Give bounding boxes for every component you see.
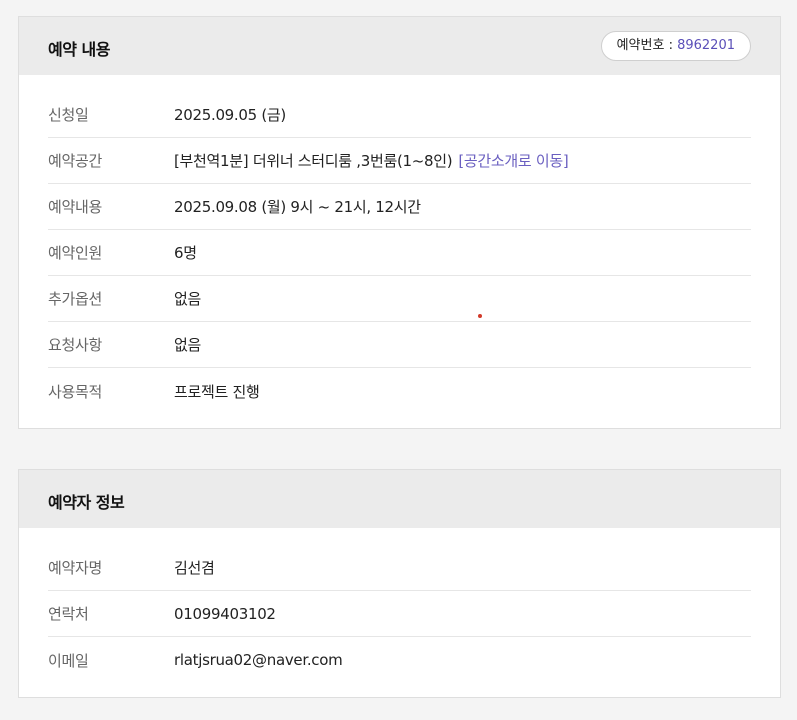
row-value: [부천역1분] 더위너 스터디룸 ,3번룸(1~8인) [공간소개로 이동] <box>174 150 569 171</box>
row-value: rlatjsrua02@naver.com <box>174 651 343 669</box>
row-value: 6명 <box>174 244 197 262</box>
row-value: 프로젝트 진행 <box>174 382 260 401</box>
reservation-number-value: 8962201 <box>677 38 735 53</box>
booker-info-card: 예약자 정보 예약자명 김선겸 연락처 01099403102 이메일 rlat… <box>18 469 781 698</box>
row-extra-options: 추가옵션 없음 <box>48 276 751 322</box>
row-booker-name: 예약자명 김선겸 <box>48 545 751 591</box>
row-label: 예약인원 <box>48 244 103 262</box>
row-label: 신청일 <box>48 106 89 124</box>
row-label: 추가옵션 <box>48 290 103 308</box>
row-reserved-space: 예약공간 [부천역1분] 더위너 스터디룸 ,3번룸(1~8인) [공간소개로 이… <box>48 138 751 184</box>
row-label: 사용목적 <box>48 382 103 401</box>
space-name: [부천역1분] 더위너 스터디룸 ,3번룸(1~8인) <box>174 152 453 170</box>
booker-info-title: 예약자 정보 <box>48 493 125 512</box>
reservation-number-badge: 예약번호 : 8962201 <box>600 31 751 61</box>
row-headcount: 예약인원 6명 <box>48 230 751 276</box>
row-label: 예약자명 <box>48 559 103 577</box>
row-phone: 연락처 01099403102 <box>48 591 751 637</box>
space-intro-link[interactable]: [공간소개로 이동] <box>458 152 568 170</box>
booker-info-list: 예약자명 김선겸 연락처 01099403102 이메일 rlatjsrua02… <box>19 528 780 683</box>
row-purpose: 사용목적 프로젝트 진행 <box>48 368 751 414</box>
row-label: 연락처 <box>48 605 89 623</box>
row-label: 이메일 <box>48 651 89 670</box>
row-value: 없음 <box>174 290 202 308</box>
reservation-details-header: 예약 내용 예약번호 : 8962201 <box>19 17 780 75</box>
row-label: 예약공간 <box>48 152 103 170</box>
row-requests: 요청사항 없음 <box>48 322 751 368</box>
row-email: 이메일 rlatjsrua02@naver.com <box>48 637 751 683</box>
row-application-date: 신청일 2025.09.05 (금) <box>48 92 751 138</box>
reservation-details-title: 예약 내용 <box>48 40 110 59</box>
row-value: 김선겸 <box>174 559 215 577</box>
row-value: 없음 <box>174 336 202 354</box>
row-label: 요청사항 <box>48 336 103 354</box>
row-value: 2025.09.05 (금) <box>174 106 286 124</box>
reservation-details-card: 예약 내용 예약번호 : 8962201 신청일 2025.09.05 (금) … <box>18 16 781 429</box>
reservation-details-list: 신청일 2025.09.05 (금) 예약공간 [부천역1분] 더위너 스터디룸… <box>19 75 780 414</box>
reservation-number-label: 예약번호 : <box>616 38 678 53</box>
row-label: 예약내용 <box>48 198 103 216</box>
row-value: 01099403102 <box>174 604 276 623</box>
row-reservation-content: 예약내용 2025.09.08 (월) 9시 ~ 21시, 12시간 <box>48 184 751 230</box>
cursor-dot <box>478 314 482 318</box>
row-value: 2025.09.08 (월) 9시 ~ 21시, 12시간 <box>174 198 421 216</box>
booker-info-header: 예약자 정보 <box>19 470 780 528</box>
